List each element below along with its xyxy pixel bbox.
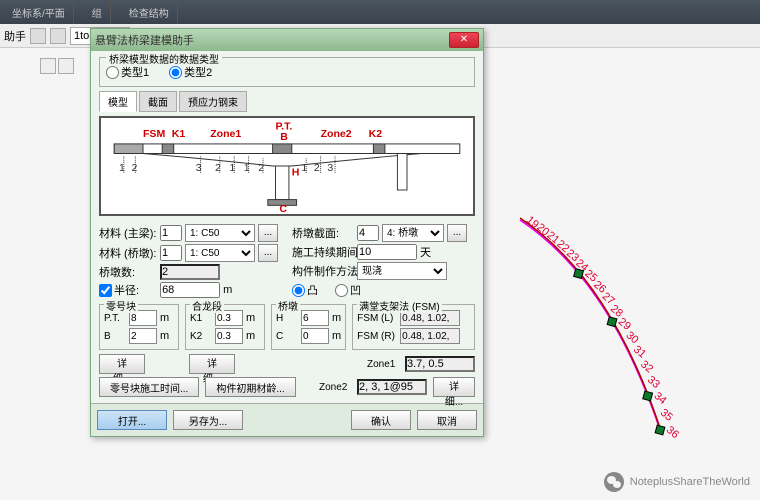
- bridge-diagram: FSM K1 Zone1 P.T. B Zone2 K2 H C: [99, 116, 475, 216]
- arrow-icon[interactable]: [50, 28, 66, 44]
- b-input[interactable]: [129, 328, 157, 344]
- material-pier-num[interactable]: [160, 245, 182, 261]
- c-input[interactable]: [301, 328, 329, 344]
- zone1-input[interactable]: [405, 356, 475, 372]
- svg-text:B: B: [280, 131, 288, 143]
- zero-block-group: 零号块 P.T.m Bm: [99, 304, 179, 350]
- open-button[interactable]: 打开...: [97, 410, 167, 430]
- svg-text:FSM: FSM: [143, 128, 165, 140]
- closure-group: 合龙段 K1m K2m: [185, 304, 265, 350]
- pier-group: 桥墩 Hm Cm: [271, 304, 346, 350]
- material-girder-select[interactable]: 1: C50: [185, 224, 255, 242]
- radius-input[interactable]: [160, 282, 220, 298]
- cancel-button[interactable]: 取消: [417, 410, 477, 430]
- duration-input[interactable]: [357, 244, 417, 260]
- duration-label: 施工持续期间:: [292, 244, 354, 260]
- wechat-icon: [604, 472, 624, 492]
- cantilever-bridge-wizard-dialog: 悬臂法桥梁建模助手 ✕ 桥梁模型数据的数据类型 类型1 类型2 模型 截面 预应…: [90, 28, 484, 437]
- material-pier-label: 材料 (桥墩):: [99, 245, 157, 261]
- svg-text:3: 3: [327, 162, 333, 174]
- radio-type2[interactable]: 类型2: [169, 64, 212, 80]
- toolbar-section-coords[interactable]: 坐标系/平面: [4, 0, 74, 24]
- svg-text:2: 2: [131, 162, 137, 174]
- svg-text:2: 2: [314, 162, 320, 174]
- fsm-r-input[interactable]: [400, 328, 460, 344]
- save-as-button[interactable]: 另存为...: [173, 410, 243, 430]
- material-pier-more-button[interactable]: ...: [258, 244, 278, 262]
- detail-button-2[interactable]: 详细...: [189, 354, 235, 374]
- radius-checkbox[interactable]: 半径:: [99, 282, 139, 298]
- pier-count-input[interactable]: [160, 264, 220, 280]
- helper-text: 助手: [4, 28, 26, 44]
- zone2-input[interactable]: [357, 379, 427, 395]
- select-tool-icon[interactable]: [30, 28, 46, 44]
- zone-detail-button[interactable]: 详细...: [433, 377, 475, 397]
- method-select[interactable]: 现浇: [357, 262, 447, 280]
- app-toolbar: 坐标系/平面 组 检查结构: [0, 0, 760, 24]
- svg-text:H: H: [292, 167, 300, 179]
- dialog-button-bar: 打开... 另存为... 确认 取消: [91, 403, 483, 436]
- init-material-age-button[interactable]: 构件初期材龄...: [205, 377, 295, 397]
- tool-icon-1[interactable]: [40, 58, 56, 74]
- material-girder-more-button[interactable]: ...: [258, 224, 278, 242]
- svg-text:36: 36: [664, 424, 681, 441]
- material-girder-num[interactable]: [160, 225, 182, 241]
- tool-icon-2[interactable]: [58, 58, 74, 74]
- fsm-group: 满堂支架法 (FSM) FSM (L) FSM (R): [352, 304, 475, 350]
- svg-text:C: C: [279, 203, 287, 214]
- svg-text:Zone2: Zone2: [321, 128, 352, 140]
- tab-model[interactable]: 模型: [99, 91, 137, 112]
- pier-section-num[interactable]: [357, 225, 379, 241]
- close-button[interactable]: ✕: [449, 32, 479, 48]
- pier-count-label: 桥墩数:: [99, 264, 157, 280]
- toolbar-section-group[interactable]: 组: [84, 0, 111, 24]
- detail-button-1[interactable]: 详细...: [99, 354, 145, 374]
- radio-convex[interactable]: 凸: [292, 282, 318, 298]
- k2-input[interactable]: [215, 328, 243, 344]
- tab-section[interactable]: 截面: [139, 91, 177, 112]
- radio-concave[interactable]: 凹: [335, 282, 361, 298]
- svg-text:Zone1: Zone1: [210, 128, 241, 140]
- model-viewport[interactable]: 192021222324252627282930313233343536: [490, 50, 760, 470]
- pier-section-more-button[interactable]: ...: [447, 224, 467, 242]
- side-tool-icons: [40, 58, 74, 74]
- zero-block-time-button[interactable]: 零号块施工时间...: [99, 377, 199, 397]
- svg-text:K1: K1: [172, 128, 186, 140]
- pier-section-label: 桥墩截面:: [292, 225, 354, 241]
- dialog-titlebar[interactable]: 悬臂法桥梁建模助手 ✕: [91, 29, 483, 51]
- radio-type1[interactable]: 类型1: [106, 64, 149, 80]
- tab-strip: 模型 截面 预应力钢束: [99, 91, 475, 112]
- svg-text:35: 35: [658, 407, 675, 424]
- watermark: NoteplusShareTheWorld: [604, 472, 750, 492]
- svg-text:33: 33: [645, 374, 662, 391]
- dialog-title: 悬臂法桥梁建模助手: [95, 32, 194, 48]
- svg-text:34: 34: [652, 390, 669, 407]
- material-girder-label: 材料 (主梁):: [99, 225, 157, 241]
- pier-section-select[interactable]: 4: 桥墩: [382, 224, 444, 242]
- method-label: 构件制作方法:: [292, 263, 354, 279]
- curve-model-svg: 192021222324252627282930313233343536: [490, 50, 760, 470]
- ok-button[interactable]: 确认: [351, 410, 411, 430]
- h-input[interactable]: [301, 310, 329, 326]
- material-pier-select[interactable]: 1: C50: [185, 244, 255, 262]
- toolbar-section-check[interactable]: 检查结构: [121, 0, 178, 24]
- tab-prestress[interactable]: 预应力钢束: [179, 91, 247, 112]
- data-type-group: 桥梁模型数据的数据类型 类型1 类型2: [99, 57, 475, 87]
- svg-text:K2: K2: [369, 128, 383, 140]
